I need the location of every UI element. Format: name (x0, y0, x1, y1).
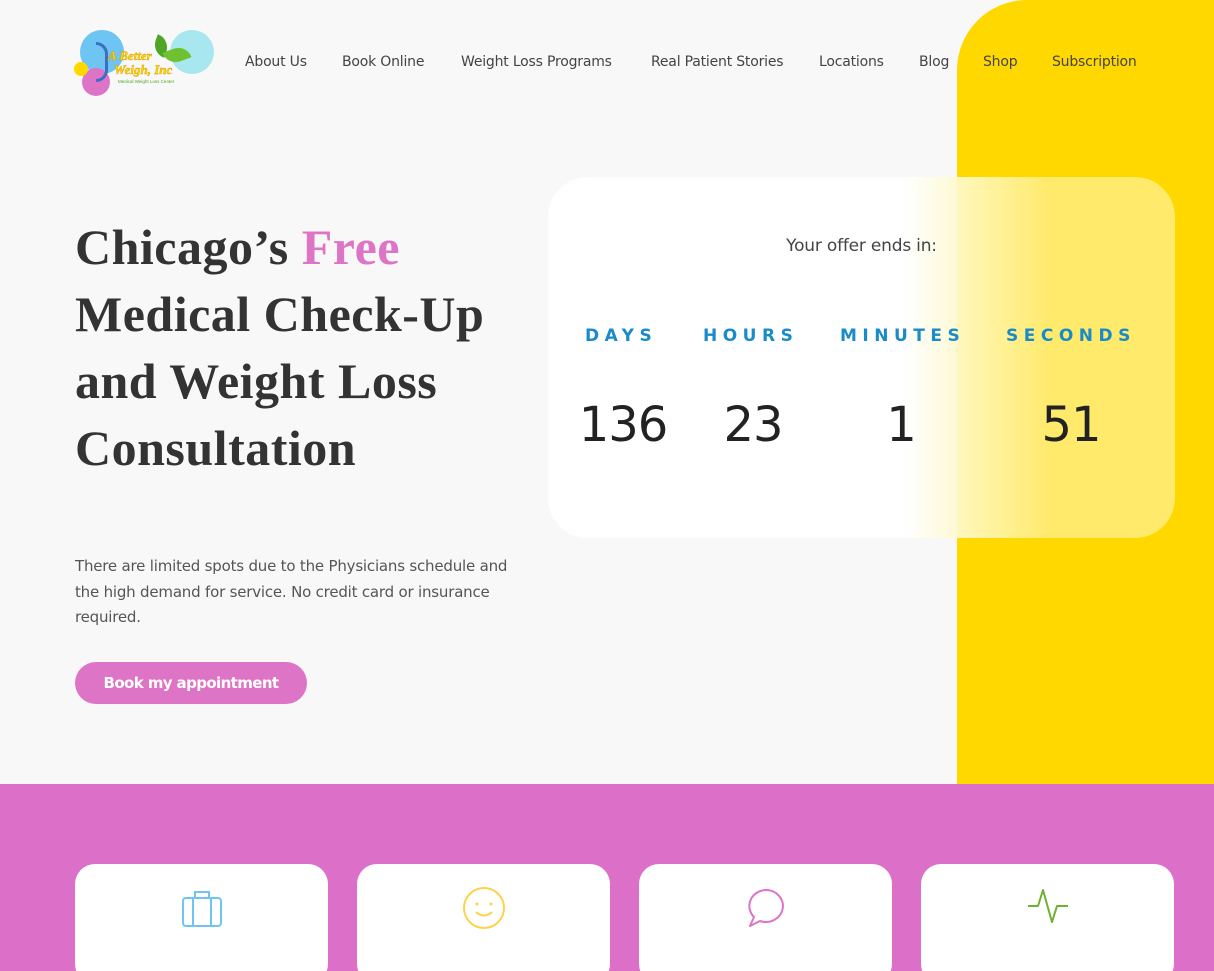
briefcase-icon (181, 891, 222, 927)
book-appointment-button[interactable]: Book my appointment (75, 662, 307, 704)
chat-bubble-icon (747, 889, 784, 927)
logo-circle-yellow (74, 62, 88, 76)
nav-subscription[interactable]: Subscription (1052, 54, 1137, 70)
hero-title-rest: Medical Check-Up and Weight Loss Consult… (75, 286, 485, 476)
countdown-value-hours: 23 (723, 397, 783, 453)
countdown-heading: Your offer ends in: (786, 236, 937, 256)
logo-text-line2: Weigh, Inc (114, 62, 173, 77)
hero-title-highlight: Free (301, 219, 400, 275)
nav-book-online[interactable]: Book Online (342, 54, 424, 70)
nav-shop[interactable]: Shop (983, 54, 1018, 70)
countdown-label-minutes: MINUTES (840, 326, 966, 346)
logo-tagline: Medical Weight Loss Center (118, 79, 175, 84)
feature-card-1[interactable] (75, 864, 328, 971)
countdown-card: Your offer ends in: DAYS HOURS MINUTES S… (548, 177, 1175, 538)
countdown-label-days: DAYS (585, 326, 658, 346)
smiley-icon (462, 887, 505, 929)
feature-card-4[interactable] (921, 864, 1174, 971)
hero-title-pre: Chicago’s (75, 219, 302, 275)
nav-about-us[interactable]: About Us (245, 54, 307, 70)
nav-blog[interactable]: Blog (919, 54, 949, 70)
countdown-label-hours: HOURS (703, 326, 799, 346)
heartbeat-icon (1027, 889, 1068, 923)
countdown-value-minutes: 1 (886, 397, 917, 453)
nav-weight-loss-programs[interactable]: Weight Loss Programs (461, 54, 612, 70)
feature-card-2[interactable] (357, 864, 610, 971)
logo-figure-icon (96, 42, 108, 82)
nav-locations[interactable]: Locations (819, 54, 884, 70)
brand-logo[interactable]: A Better Weigh, Inc Medical Weight Loss … (74, 28, 214, 96)
feature-card-3[interactable] (639, 864, 892, 971)
hero-description: There are limited spots due to the Physi… (75, 557, 508, 626)
countdown-label-seconds: SECONDS (1006, 326, 1136, 346)
countdown-value-days: 136 (578, 397, 669, 453)
hero-title: Chicago’s Free Medical Check-Up and Weig… (75, 214, 545, 482)
logo-text-line1: A Better (108, 48, 152, 63)
countdown-value-seconds: 51 (1041, 397, 1101, 453)
nav-real-patient-stories[interactable]: Real Patient Stories (651, 54, 784, 70)
